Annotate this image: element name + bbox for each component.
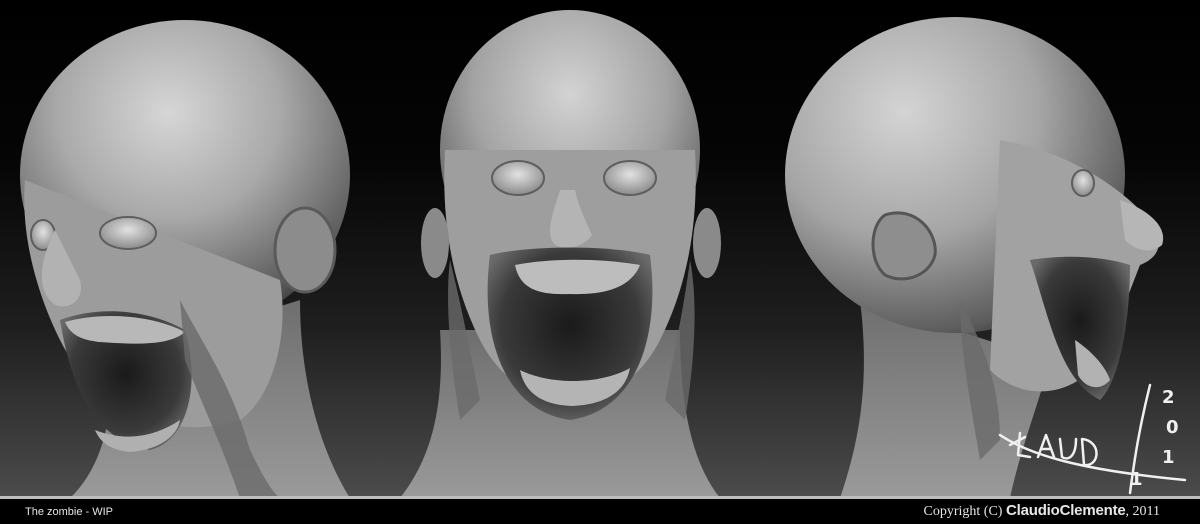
svg-text:0: 0 — [1166, 417, 1179, 438]
svg-text:1: 1 — [1162, 447, 1175, 468]
ear-center-left — [421, 208, 449, 278]
copyright-year: , 2011 — [1125, 504, 1160, 519]
author-name: ClaudioClemente — [1005, 502, 1126, 519]
eye-center-left — [491, 160, 545, 196]
eye-right — [1071, 169, 1095, 197]
eye-left-a — [99, 216, 157, 250]
svg-text:2: 2 — [1162, 387, 1175, 408]
artwork-canvas: The zombie - WIP Copyright (C) ClaudioCl… — [0, 0, 1200, 524]
copyright-prefix: Copyright (C) — [923, 504, 1003, 519]
svg-text:1: 1 — [1130, 469, 1143, 490]
ear-left — [273, 206, 337, 294]
artist-signature-mark: 2 0 1 1 — [998, 383, 1187, 495]
eye-center-right — [603, 160, 657, 196]
head-left-three-quarter — [20, 20, 350, 498]
ear-center-right — [693, 208, 721, 278]
head-center-front — [400, 10, 721, 498]
caption-title: The zombie - WIP — [25, 506, 114, 518]
copyright-notice: Copyright (C) ClaudioClemente, 2011 — [924, 502, 1160, 521]
